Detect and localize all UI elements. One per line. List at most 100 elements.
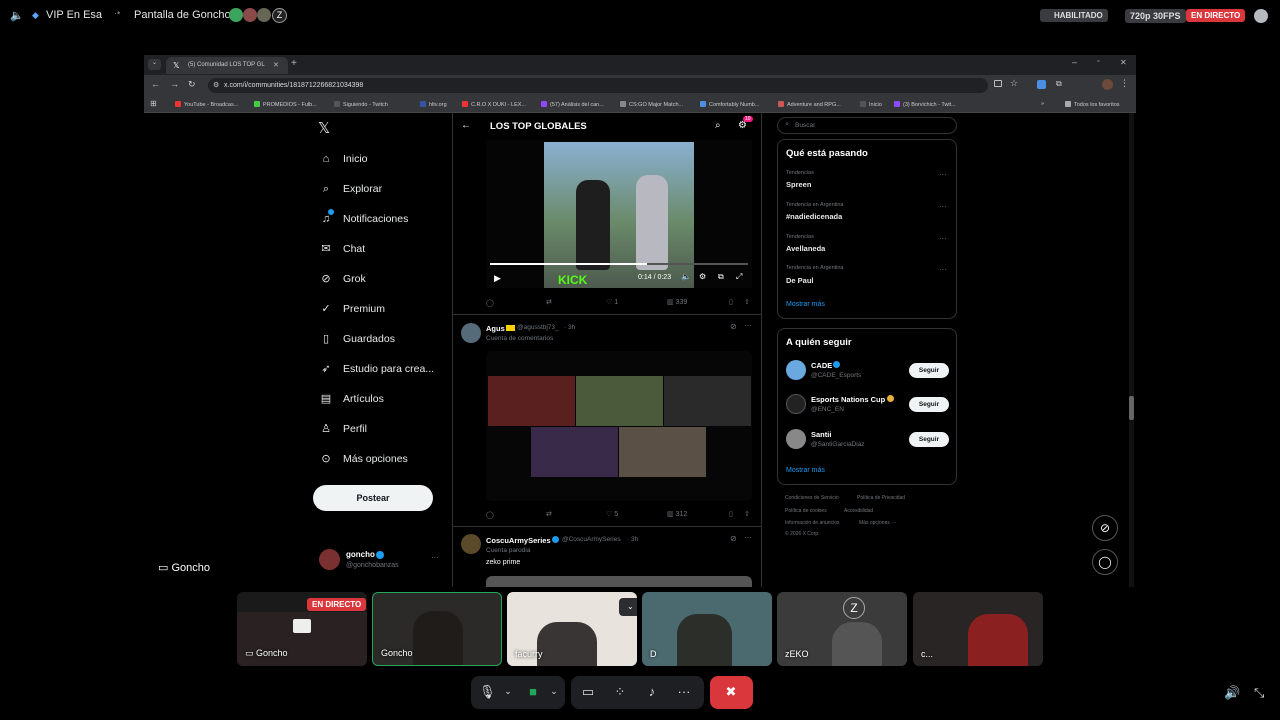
bookmark-item[interactable]: (57) Análisis del can... bbox=[541, 101, 604, 108]
maximize-icon[interactable]: ▫ bbox=[1097, 58, 1099, 65]
reply-icon[interactable]: ◯ bbox=[486, 511, 494, 519]
chevron-down-icon[interactable]: ⌄ bbox=[546, 686, 562, 697]
screen-share-icon[interactable]: ▭ bbox=[580, 684, 596, 700]
more-icon[interactable]: ··· bbox=[744, 533, 752, 542]
participant-tile[interactable]: c... bbox=[913, 592, 1043, 666]
scrollbar[interactable] bbox=[1129, 113, 1134, 587]
nav-inicio[interactable]: Inicio bbox=[343, 153, 368, 165]
bookmark-item[interactable]: Adventure and RPG... bbox=[778, 101, 841, 108]
messages-floating-icon[interactable]: ◯ bbox=[1092, 549, 1118, 575]
puzzle-icon[interactable]: ⧉ bbox=[1056, 79, 1062, 89]
grok-floating-icon[interactable]: ⊘ bbox=[1092, 515, 1118, 541]
bookmark-icon[interactable]: ▯ bbox=[729, 510, 733, 518]
grok-icon[interactable]: ⊘ bbox=[730, 322, 737, 331]
nav-premium[interactable]: Premium bbox=[343, 303, 385, 315]
apps-icon[interactable]: ⊞ bbox=[150, 99, 157, 108]
server-name[interactable]: VIP En Esa bbox=[46, 9, 102, 21]
new-tab-icon[interactable]: + bbox=[291, 58, 297, 69]
play-icon[interactable]: ▶ bbox=[494, 273, 501, 284]
bookmark-icon[interactable]: ▯ bbox=[729, 298, 733, 306]
chevron-down-icon[interactable]: ⌄ bbox=[500, 686, 516, 697]
participant-tile[interactable]: Z zEKO bbox=[777, 592, 907, 666]
show-more-link[interactable]: Mostrar más bbox=[786, 301, 825, 308]
url-input[interactable]: ⚙ x.com/i/communities/181871226682103439… bbox=[208, 78, 988, 93]
retweet-icon[interactable]: ⇄ bbox=[546, 298, 552, 306]
views-icon[interactable]: ▥ 339 bbox=[667, 298, 687, 306]
settings-icon[interactable]: ⚙ bbox=[699, 272, 706, 281]
nav-explorar[interactable]: Explorar bbox=[343, 183, 382, 195]
nav-estudio[interactable]: Estudio para crea... bbox=[343, 363, 434, 375]
profile-icon[interactable] bbox=[1102, 79, 1113, 90]
nav-grok[interactable]: Grok bbox=[343, 273, 366, 285]
bookmark-item[interactable]: Inicio bbox=[860, 101, 882, 108]
disconnect-button[interactable]: ✖ bbox=[710, 676, 753, 709]
nav-perfil[interactable]: Perfil bbox=[343, 423, 367, 435]
exit-fullscreen-icon[interactable]: ⤡ bbox=[1254, 685, 1264, 701]
star-icon[interactable]: ☆ bbox=[1010, 78, 1018, 89]
more-icon[interactable]: ··· bbox=[744, 321, 752, 330]
stream-collage-image[interactable] bbox=[486, 351, 752, 501]
microphone-icon[interactable]: 🎙 bbox=[479, 684, 496, 700]
follow-button[interactable]: Seguir bbox=[909, 432, 949, 447]
reload-icon[interactable]: ↻ bbox=[188, 79, 196, 90]
site-info-icon[interactable]: ⚙ bbox=[213, 81, 219, 89]
tile-controls[interactable]: ⌄ ♙ bbox=[619, 598, 637, 616]
bookmark-item[interactable]: C.R.O X DUKI - LEX... bbox=[462, 101, 526, 108]
participant-tile[interactable]: EN DIRECTO ▭ Goncho bbox=[237, 592, 367, 666]
nav-articulos[interactable]: Artículos bbox=[343, 393, 384, 405]
like-icon[interactable]: ♡ 1 bbox=[606, 298, 618, 306]
more-icon[interactable]: ··· bbox=[939, 234, 947, 243]
video-player[interactable]: KICK ▶ 0:14 / 0:23 🔈 ⚙ ⧉ ⤢ bbox=[486, 140, 752, 288]
share-icon[interactable]: ⇧ bbox=[744, 298, 750, 306]
bookmark-item[interactable]: Siguiendo - Twitch bbox=[334, 101, 388, 108]
more-icon[interactable]: ··· bbox=[431, 553, 439, 562]
bookmark-item[interactable]: (3) Borvichich - Twit... bbox=[894, 101, 956, 108]
extension-icon[interactable] bbox=[1037, 80, 1046, 89]
follow-button[interactable]: Seguir bbox=[909, 363, 949, 378]
more-icon[interactable]: ··· bbox=[939, 202, 947, 211]
minimize-icon[interactable]: – bbox=[1072, 57, 1077, 67]
retweet-icon[interactable]: ⇄ bbox=[546, 510, 552, 518]
more-icon[interactable]: ··· bbox=[939, 265, 947, 274]
volume-icon[interactable]: 🔊 bbox=[1224, 685, 1240, 701]
bookmark-item[interactable]: PROMEDIOS - Fulb... bbox=[254, 101, 317, 108]
nav-mas-opciones[interactable]: Más opciones bbox=[343, 453, 408, 465]
activities-icon[interactable]: ⁘ bbox=[612, 684, 628, 700]
x-logo-icon[interactable]: 𝕏 bbox=[318, 119, 330, 137]
bookmark-item[interactable]: Comfortably Numb... bbox=[700, 101, 759, 108]
participant-tile[interactable]: D bbox=[642, 592, 772, 666]
search-icon[interactable]: ⌕ bbox=[715, 120, 721, 131]
forward-icon[interactable]: → bbox=[170, 79, 179, 89]
nav-chat[interactable]: Chat bbox=[343, 243, 365, 255]
all-bookmarks[interactable]: Todos los favoritos bbox=[1065, 101, 1120, 108]
share-icon[interactable]: ⇧ bbox=[744, 510, 750, 518]
bookmark-item[interactable]: YouTube - Broadcas... bbox=[175, 101, 238, 108]
post-button[interactable]: Postear bbox=[313, 485, 433, 511]
install-icon[interactable] bbox=[994, 80, 1002, 87]
views-icon[interactable]: ▥ 312 bbox=[667, 510, 687, 518]
back-icon[interactable]: ← bbox=[151, 79, 160, 89]
chat-icon[interactable] bbox=[1254, 9, 1268, 23]
volume-icon[interactable]: 🔈 bbox=[681, 272, 691, 281]
scrollbar-thumb[interactable] bbox=[1129, 396, 1134, 420]
menu-icon[interactable]: ⋮ bbox=[1120, 78, 1129, 89]
more-bookmarks-icon[interactable]: » bbox=[1041, 101, 1044, 107]
tab-search-icon[interactable]: ⌄ bbox=[148, 59, 161, 70]
back-arrow-icon[interactable]: ← bbox=[461, 120, 471, 131]
fullscreen-icon[interactable]: ⤢ bbox=[736, 272, 742, 282]
pip-icon[interactable]: ⧉ bbox=[718, 272, 724, 282]
follow-button[interactable]: Seguir bbox=[909, 397, 949, 412]
participant-tile[interactable]: Goncho bbox=[372, 592, 502, 666]
video-progress-bar[interactable] bbox=[490, 263, 748, 265]
more-icon[interactable]: ··· bbox=[676, 684, 692, 699]
browser-tab[interactable]: 𝕏 (5) Comunidad LOS TOP GL ✕ bbox=[166, 57, 288, 74]
bookmark-item[interactable]: CS:GO Major Match... bbox=[620, 101, 683, 108]
bookmark-item[interactable]: hltv.org bbox=[420, 101, 447, 108]
nav-notificaciones[interactable]: Notificaciones bbox=[343, 213, 408, 225]
search-box[interactable]: ⌕ Buscar bbox=[777, 117, 957, 134]
close-icon[interactable]: ✕ bbox=[273, 61, 279, 69]
reply-icon[interactable]: ◯ bbox=[486, 299, 494, 307]
soundboard-icon[interactable]: ♪ bbox=[644, 684, 660, 699]
window-close-icon[interactable]: ✕ bbox=[1120, 58, 1127, 67]
like-icon[interactable]: ♡ 5 bbox=[606, 510, 618, 518]
